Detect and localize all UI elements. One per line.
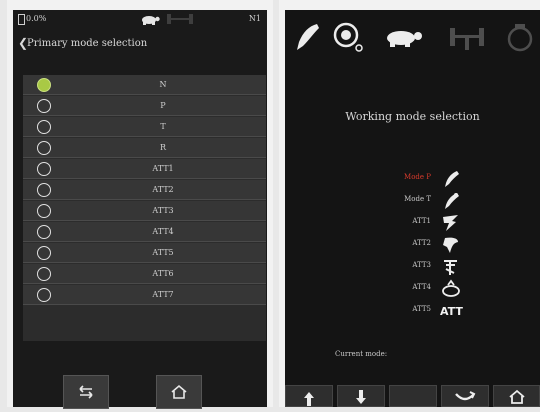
list-item[interactable]: Mode T	[285, 190, 540, 212]
battery-icon	[18, 14, 25, 25]
list-item[interactable]: ATT1	[23, 159, 266, 179]
turtle-icon[interactable]	[381, 20, 425, 54]
mode-label: ATT1	[152, 164, 174, 173]
list-item[interactable]: ATT5	[23, 243, 266, 263]
radio-selected[interactable]	[37, 78, 51, 92]
list-item[interactable]: ATT6	[23, 264, 266, 284]
att3-icon	[444, 260, 457, 275]
att4-icon	[442, 279, 460, 297]
gripper-icon	[167, 14, 193, 24]
radio[interactable]	[37, 99, 51, 113]
home-icon	[508, 389, 525, 404]
list-item[interactable]: ATT1	[285, 212, 540, 234]
list-item[interactable]: T	[23, 117, 266, 137]
att1-icon	[443, 215, 458, 231]
top-icon-bar	[285, 10, 540, 62]
motor-icon[interactable]	[503, 20, 537, 54]
back-button[interactable]	[63, 375, 109, 409]
mode-label: ATT3	[412, 261, 431, 269]
pressure-gauge-icon[interactable]	[331, 20, 365, 54]
gripper-icon[interactable]	[447, 20, 487, 54]
blank-button[interactable]	[389, 385, 437, 407]
radio[interactable]	[37, 183, 51, 197]
att5-text: ATT	[440, 305, 463, 318]
radio[interactable]	[37, 141, 51, 155]
list-item[interactable]: Mode P	[285, 168, 540, 190]
left-screen: 0.0% N1 ❮ Primary mode selection N P T R…	[13, 10, 267, 409]
list-item[interactable]: ATT2	[285, 234, 540, 256]
radio[interactable]	[37, 120, 51, 134]
page-title: Primary mode selection	[27, 38, 148, 49]
list-item[interactable]: R	[23, 138, 266, 158]
arrow-down-icon	[356, 390, 366, 404]
list-item[interactable]: ATT4	[285, 278, 540, 300]
bottom-toolbar	[285, 385, 540, 407]
page-title: Working mode selection	[345, 110, 480, 123]
right-screen: Working mode selection Mode P Mode T ATT…	[285, 10, 540, 407]
radio[interactable]	[37, 204, 51, 218]
mode-label: ATT5	[412, 305, 431, 313]
current-mode-label: Current mode:	[335, 350, 388, 358]
mode-label: R	[159, 143, 167, 152]
return-icon	[79, 385, 93, 399]
mode-label: P	[160, 101, 166, 110]
mode-label: ATT4	[152, 227, 174, 236]
list-item[interactable]: ATT4	[23, 222, 266, 242]
mode-label: ATT3	[152, 206, 174, 215]
handpiece-t-icon	[445, 193, 459, 209]
radio[interactable]	[37, 225, 51, 239]
radio[interactable]	[37, 288, 51, 302]
turtle-icon	[142, 16, 160, 25]
mode-label: ATT7	[152, 290, 174, 299]
list-item[interactable]: ATT7	[23, 285, 266, 305]
confirm-icon	[455, 391, 476, 401]
status-bar: 0.0% N1	[13, 10, 267, 30]
list-item[interactable]: ATT2	[23, 180, 266, 200]
radio[interactable]	[37, 267, 51, 281]
list-item[interactable]: ATT3	[285, 256, 540, 278]
title-bar[interactable]: ❮ Primary mode selection	[13, 32, 267, 54]
list-item[interactable]: ATT5 ATT	[285, 300, 540, 322]
list-item[interactable]: ATT3	[23, 201, 266, 221]
confirm-button[interactable]	[441, 385, 489, 407]
mode-label: ATT4	[412, 283, 431, 291]
home-icon	[171, 384, 187, 399]
arrow-up-icon	[304, 392, 314, 406]
att2-icon	[443, 237, 458, 253]
mode-label: ATT6	[152, 269, 174, 278]
mode-label: ATT1	[412, 217, 431, 225]
move-up-button[interactable]	[285, 385, 333, 407]
mode-label: T	[160, 122, 166, 131]
radio[interactable]	[37, 162, 51, 176]
handpiece-p-icon	[445, 171, 459, 187]
tooth-icon[interactable]	[291, 20, 325, 54]
list-item[interactable]: P	[23, 96, 266, 116]
list-item[interactable]: N	[23, 75, 266, 95]
move-down-button[interactable]	[337, 385, 385, 407]
mode-label: Mode T	[404, 195, 431, 203]
radio[interactable]	[37, 246, 51, 260]
home-button[interactable]	[156, 375, 202, 409]
mode-label: ATT2	[152, 185, 174, 194]
mode-label: ATT2	[412, 239, 431, 247]
battery-percent: 0.0%	[26, 14, 47, 23]
home-button[interactable]	[493, 385, 540, 407]
left-device: 0.0% N1 ❮ Primary mode selection N P T R…	[7, 0, 273, 409]
mode-label: ATT5	[152, 248, 174, 257]
mode-label: Mode P	[404, 173, 431, 181]
right-device: Working mode selection Mode P Mode T ATT…	[279, 0, 540, 407]
mode-badge: N1	[248, 14, 261, 23]
mode-label: N	[159, 80, 167, 89]
mode-list: N P T R ATT1 ATT2 ATT3 ATT4 ATT5 ATT6 AT…	[23, 75, 266, 341]
bottom-nav	[13, 353, 267, 409]
